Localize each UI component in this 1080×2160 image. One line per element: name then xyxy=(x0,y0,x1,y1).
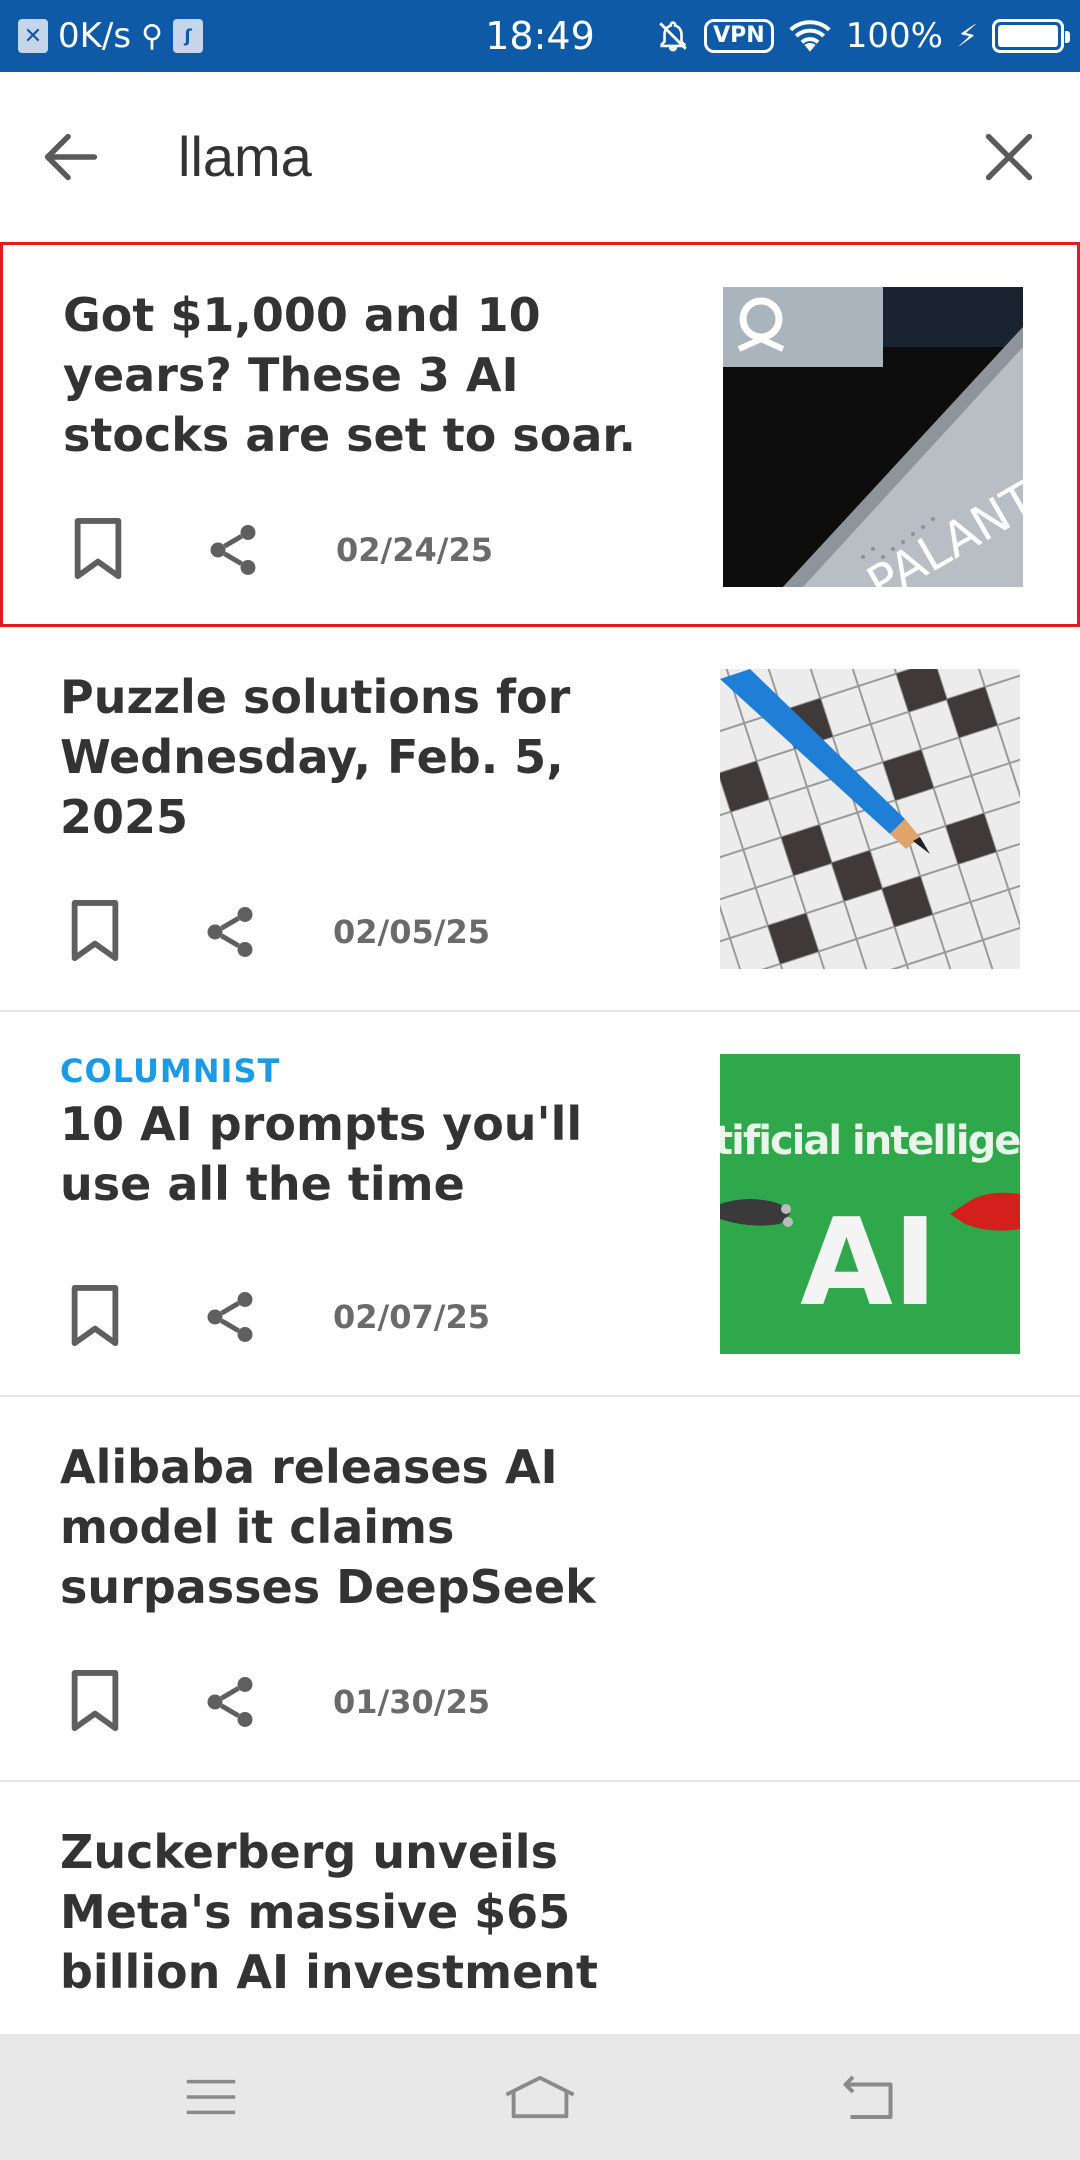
back-nav-button[interactable] xyxy=(828,2062,908,2132)
share-button[interactable] xyxy=(195,1667,265,1737)
app-notification-icon: ✕ xyxy=(18,19,48,53)
charging-icon: ⚡ xyxy=(956,18,978,54)
menu-button[interactable] xyxy=(171,2062,251,2132)
share-button[interactable] xyxy=(198,515,268,585)
share-button[interactable] xyxy=(195,1282,265,1352)
article-actions: 02/07/25 xyxy=(60,1282,490,1352)
article-actions: 02/05/25 xyxy=(60,897,490,967)
home-icon xyxy=(505,2075,575,2119)
search-input[interactable]: llama xyxy=(178,122,312,192)
article-kicker[interactable]: COLUMNIST xyxy=(60,1052,660,1090)
bookmark-icon xyxy=(71,900,119,962)
bookmark-button[interactable] xyxy=(63,515,133,585)
clear-search-button[interactable] xyxy=(974,122,1044,192)
share-icon xyxy=(207,1677,253,1727)
article-thumbnail[interactable]: tificial intelligence AI xyxy=(720,1054,1020,1354)
bookmark-button[interactable] xyxy=(60,1667,130,1737)
article-headline[interactable]: 10 AI prompts you'll use all the time xyxy=(60,1094,660,1214)
back-nav-icon xyxy=(843,2075,893,2119)
article-item[interactable]: Got $1,000 and 10 years? These 3 AI stoc… xyxy=(0,242,1080,627)
vpn-badge: VPN xyxy=(704,19,774,53)
status-left: ✕ 0K/s ⚲ ʃ xyxy=(18,0,204,72)
menu-icon xyxy=(186,2079,236,2115)
bookmark-icon xyxy=(71,1670,119,1732)
network-speed: 0K/s xyxy=(58,16,132,56)
mute-notification-icon xyxy=(659,21,687,52)
bookmark-icon xyxy=(71,1285,119,1347)
thumbnail-caption: tificial intelligence xyxy=(720,1118,1020,1164)
article-item[interactable]: COLUMNIST 10 AI prompts you'll use all t… xyxy=(0,1012,1080,1397)
usb-icon: ⚲ xyxy=(141,18,164,54)
article-texts: Got $1,000 and 10 years? These 3 AI stoc… xyxy=(63,285,663,465)
article-texts: Zuckerberg unveils Meta's massive $65 bi… xyxy=(60,1822,660,2002)
article-texts: COLUMNIST 10 AI prompts you'll use all t… xyxy=(60,1052,660,1214)
article-item[interactable]: Puzzle solutions for Wednesday, Feb. 5, … xyxy=(0,627,1080,1012)
bookmark-button[interactable] xyxy=(60,897,130,967)
article-headline[interactable]: Got $1,000 and 10 years? These 3 AI stoc… xyxy=(63,285,663,465)
article-thumbnail[interactable]: PALANT xyxy=(723,287,1023,587)
arrow-left-icon xyxy=(44,133,98,181)
article-headline[interactable]: Zuckerberg unveils Meta's massive $65 bi… xyxy=(60,1822,660,2002)
system-navigation-bar xyxy=(0,2034,1080,2160)
battery-percent: 100% xyxy=(845,16,943,56)
article-headline[interactable]: Alibaba releases AI model it claims surp… xyxy=(60,1437,660,1617)
share-icon xyxy=(207,907,253,957)
article-texts: Puzzle solutions for Wednesday, Feb. 5, … xyxy=(60,667,660,847)
back-button[interactable] xyxy=(36,122,106,192)
status-bar: ✕ 0K/s ⚲ ʃ 18:49 VPN 100% ⚡ xyxy=(0,0,1080,72)
baidu-icon: ʃ xyxy=(173,19,204,53)
bookmark-button[interactable] xyxy=(60,1282,130,1352)
wifi-icon xyxy=(789,20,831,52)
close-icon xyxy=(985,133,1033,181)
article-date: 02/24/25 xyxy=(336,531,493,569)
article-date: 02/07/25 xyxy=(333,1298,490,1336)
article-thumbnail[interactable] xyxy=(720,669,1020,969)
share-icon xyxy=(207,1292,253,1342)
battery-icon xyxy=(992,19,1070,53)
share-button[interactable] xyxy=(195,897,265,967)
article-item[interactable]: Alibaba releases AI model it claims surp… xyxy=(0,1397,1080,1782)
article-headline[interactable]: Puzzle solutions for Wednesday, Feb. 5, … xyxy=(60,667,660,847)
article-date: 01/30/25 xyxy=(333,1683,490,1721)
article-actions: 01/30/25 xyxy=(60,1667,490,1737)
bookmark-icon xyxy=(74,518,122,580)
thumbnail-ai-text: AI xyxy=(800,1194,938,1333)
article-actions: 02/24/25 xyxy=(63,515,493,585)
search-header: llama xyxy=(0,72,1080,242)
home-button[interactable] xyxy=(500,2062,580,2132)
status-right: VPN 100% ⚡ xyxy=(656,0,1070,72)
share-icon xyxy=(210,525,256,575)
article-date: 02/05/25 xyxy=(333,913,490,951)
article-list: Got $1,000 and 10 years? These 3 AI stoc… xyxy=(0,242,1080,2160)
article-texts: Alibaba releases AI model it claims surp… xyxy=(60,1437,660,1617)
